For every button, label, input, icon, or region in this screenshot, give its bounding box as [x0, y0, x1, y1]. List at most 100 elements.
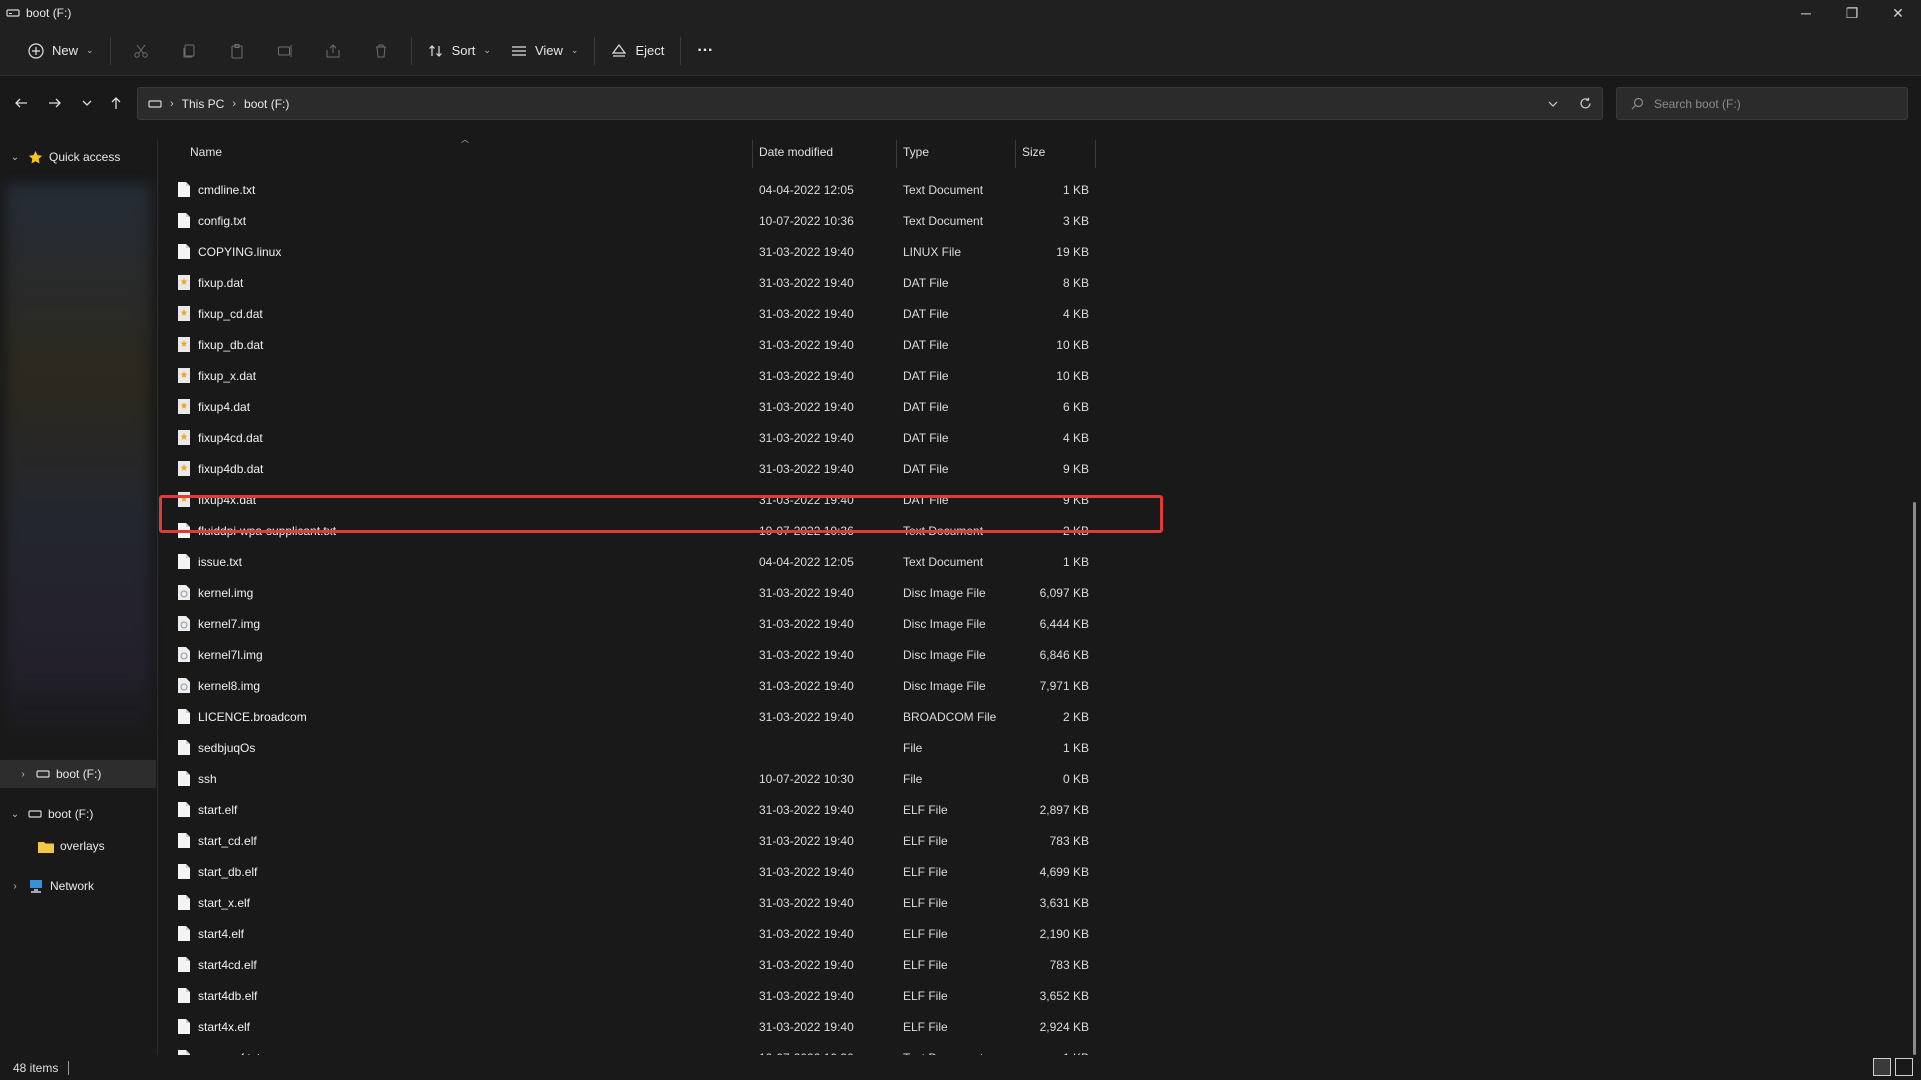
file-row[interactable]: issue.txt 04-04-2022 12:05 Text Document 1 … [159, 546, 1099, 577]
file-row[interactable]: fixup_cd.dat 31-03-2022 19:40 DAT File 4 KB [159, 298, 1099, 329]
file-row[interactable]: start4.elf 31-03-2022 19:40 ELF File 2,190 … [159, 918, 1099, 949]
file-row[interactable]: start4x.elf 31-03-2022 19:40 ELF File 2,924… [159, 1011, 1099, 1042]
column-divider[interactable] [752, 140, 753, 168]
file-row[interactable]: fixup4cd.dat 31-03-2022 19:40 DAT File 4 KB [159, 422, 1099, 453]
file-type: ELF File [903, 957, 948, 972]
breadcrumb-current[interactable]: boot (F:) [244, 97, 289, 111]
cut-button[interactable] [117, 34, 165, 68]
file-row[interactable]: kernel7l.img 31-03-2022 19:40 Disc Image F… [159, 639, 1099, 670]
sidebar-item-quick-access[interactable]: ⌄ Quick access [0, 143, 156, 171]
scrollbar-thumb[interactable] [1913, 502, 1916, 1055]
details-view-button[interactable] [1873, 1058, 1891, 1076]
file-type: BROADCOM File [903, 709, 997, 724]
paste-button[interactable] [213, 34, 261, 68]
chevron-right-icon[interactable]: › [8, 881, 22, 892]
file-row[interactable]: fixup_x.dat 31-03-2022 19:40 DAT File 10 KB [159, 360, 1099, 391]
vertical-scrollbar[interactable] [1910, 124, 1921, 1055]
file-row[interactable]: config.txt 10-07-2022 10:36 Text Document 3… [159, 205, 1099, 236]
forward-button[interactable] [40, 87, 70, 119]
chevron-down-icon[interactable]: ⌄ [8, 152, 22, 163]
refresh-icon [1580, 97, 1591, 109]
file-row[interactable]: kernel7.img 31-03-2022 19:40 Disc Image Fi… [159, 608, 1099, 639]
sidebar-item-network[interactable]: › Network [0, 872, 156, 900]
more-options-button[interactable]: ··· [687, 34, 723, 68]
file-name: start_db.elf [198, 864, 258, 879]
minimize-button[interactable]: ─ [1783, 0, 1829, 26]
file-row[interactable]: ssh 10-07-2022 10:30 File 0 KB [159, 763, 1099, 794]
document-icon [178, 957, 190, 972]
file-date: 31-03-2022 19:40 [759, 306, 854, 321]
column-header-type[interactable]: Type [903, 132, 1013, 172]
divider [680, 36, 682, 65]
file-row[interactable]: fixup.dat 31-03-2022 19:40 DAT File 8 KB [159, 267, 1099, 298]
delete-button[interactable] [357, 34, 405, 68]
back-button[interactable] [6, 87, 36, 119]
file-type: DAT File [903, 337, 949, 352]
file-name: cmdline.txt [198, 182, 256, 197]
column-divider[interactable] [896, 140, 897, 168]
file-row[interactable]: start4db.elf 31-03-2022 19:40 ELF File 3,65… [159, 980, 1099, 1011]
rename-button[interactable] [261, 34, 309, 68]
highlight-annotation [159, 495, 1163, 533]
address-history-button[interactable] [1536, 88, 1569, 119]
file-name: fixup_cd.dat [198, 306, 263, 321]
file-row[interactable]: start_cd.elf 31-03-2022 19:40 ELF File 783 … [159, 825, 1099, 856]
address-bar[interactable]: › This PC › boot (F:) [137, 87, 1603, 120]
breadcrumb-this-pc[interactable]: This PC [182, 97, 225, 111]
title-bar: boot (F:) ─ ❐ ✕ [0, 0, 1921, 26]
column-header-name[interactable]: Name [190, 132, 750, 172]
view-button[interactable]: View ⌄ [501, 34, 589, 68]
recent-locations-button[interactable] [72, 87, 102, 119]
file-row[interactable]: start.elf 31-03-2022 19:40 ELF File 2,897 K… [159, 794, 1099, 825]
close-button[interactable]: ✕ [1875, 0, 1921, 26]
file-row[interactable]: fixup_db.dat 31-03-2022 19:40 DAT File 10 K… [159, 329, 1099, 360]
drive-icon [36, 770, 50, 778]
maximize-button[interactable]: ❐ [1829, 0, 1875, 26]
refresh-button[interactable] [1569, 88, 1602, 119]
file-row[interactable]: start_x.elf 31-03-2022 19:40 ELF File 3,631… [159, 887, 1099, 918]
sort-button[interactable]: Sort ⌄ [418, 34, 501, 68]
file-row[interactable]: fixup4.dat 31-03-2022 19:40 DAT File 6 KB [159, 391, 1099, 422]
file-type: ELF File [903, 802, 948, 817]
file-date: 31-03-2022 19:40 [759, 585, 854, 600]
sidebar-item-drive[interactable]: ⌄ boot (F:) [0, 800, 156, 828]
file-row[interactable]: cmdline.txt 04-04-2022 12:05 Text Document… [159, 174, 1099, 205]
large-icons-view-button[interactable] [1895, 1058, 1913, 1076]
disc-image-icon [178, 585, 190, 600]
file-date: 04-04-2022 12:05 [759, 554, 854, 569]
share-button[interactable] [309, 34, 357, 68]
file-row[interactable]: COPYING.linux 31-03-2022 19:40 LINUX File 1… [159, 236, 1099, 267]
search-input[interactable] [1654, 96, 1894, 111]
up-button[interactable] [101, 87, 131, 119]
file-row[interactable]: kernel.img 31-03-2022 19:40 Disc Image Fil… [159, 577, 1099, 608]
file-size: 2,190 KB [1039, 926, 1089, 941]
file-size: 8 KB [1062, 275, 1089, 290]
file-row[interactable]: sedbjuqOs File 1 KB [159, 732, 1099, 763]
eject-button[interactable]: Eject [601, 34, 674, 68]
sidebar-label: overlays [60, 839, 105, 853]
chevron-right-icon[interactable]: › [16, 769, 30, 780]
sidebar-item-overlays[interactable]: overlays [0, 832, 156, 860]
search-box[interactable] [1616, 87, 1908, 120]
file-row[interactable]: fixup4db.dat 31-03-2022 19:40 DAT File 9 KB [159, 453, 1099, 484]
file-name: fixup_db.dat [198, 337, 264, 352]
divider [109, 36, 111, 65]
column-divider[interactable] [1015, 140, 1016, 168]
file-date: 31-03-2022 19:40 [759, 275, 854, 290]
new-button[interactable]: New ⌄ [18, 34, 104, 68]
copy-button[interactable] [165, 34, 213, 68]
file-row[interactable]: start4cd.elf 31-03-2022 19:40 ELF File 783 … [159, 949, 1099, 980]
file-row[interactable]: LICENCE.broadcom 31-03-2022 19:40 BROADCOM… [159, 701, 1099, 732]
clipboard-icon [231, 43, 243, 58]
file-row[interactable]: start_db.elf 31-03-2022 19:40 ELF File 4,69… [159, 856, 1099, 887]
column-header-size[interactable]: Size [1022, 132, 1092, 172]
arrow-left-icon [15, 98, 27, 108]
file-name: start4x.elf [198, 1019, 251, 1034]
file-size: 2,924 KB [1039, 1019, 1089, 1034]
disc-image-icon [178, 678, 190, 693]
file-row[interactable]: kernel8.img 31-03-2022 19:40 Disc Image Fi… [159, 670, 1099, 701]
chevron-down-icon[interactable]: ⌄ [8, 809, 22, 820]
column-divider[interactable] [1095, 140, 1096, 168]
sidebar-item-pinned-drive[interactable]: › boot (F:) [0, 760, 156, 788]
column-header-date[interactable]: Date modified [759, 132, 899, 172]
